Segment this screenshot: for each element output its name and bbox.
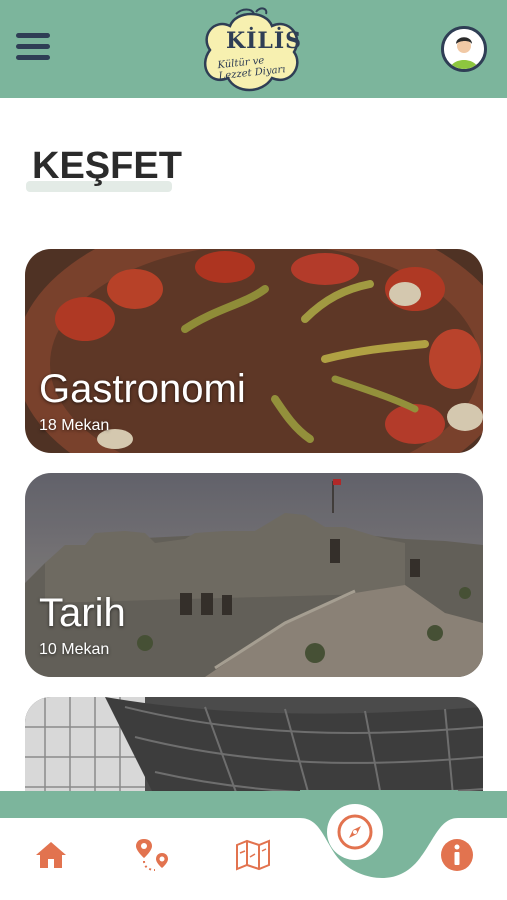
- user-avatar-icon[interactable]: [441, 26, 487, 72]
- info-icon[interactable]: [434, 832, 480, 878]
- logo-title: KİLİS: [226, 28, 303, 54]
- compass-button[interactable]: [327, 804, 383, 860]
- card-count: 18 Mekan: [39, 417, 110, 434]
- app-header: KİLİS Kültür ve Lezzet Diyarı: [0, 0, 507, 98]
- page-title: KEŞFET: [32, 145, 182, 187]
- route-pin-icon[interactable]: [130, 832, 176, 878]
- home-icon[interactable]: [28, 832, 74, 878]
- card-title: Tarih: [39, 591, 126, 635]
- category-card-gastronomi[interactable]: Gastronomi 18 Mekan: [25, 249, 483, 453]
- compass-icon: [337, 814, 373, 850]
- app-logo: KİLİS Kültür ve Lezzet Diyarı: [196, 6, 308, 96]
- hamburger-menu-icon[interactable]: [16, 33, 50, 63]
- card-count: 10 Mekan: [39, 641, 110, 658]
- card-title: Gastronomi: [39, 367, 246, 411]
- map-icon[interactable]: [230, 832, 276, 878]
- category-card-tarih[interactable]: Tarih 10 Mekan: [25, 473, 483, 677]
